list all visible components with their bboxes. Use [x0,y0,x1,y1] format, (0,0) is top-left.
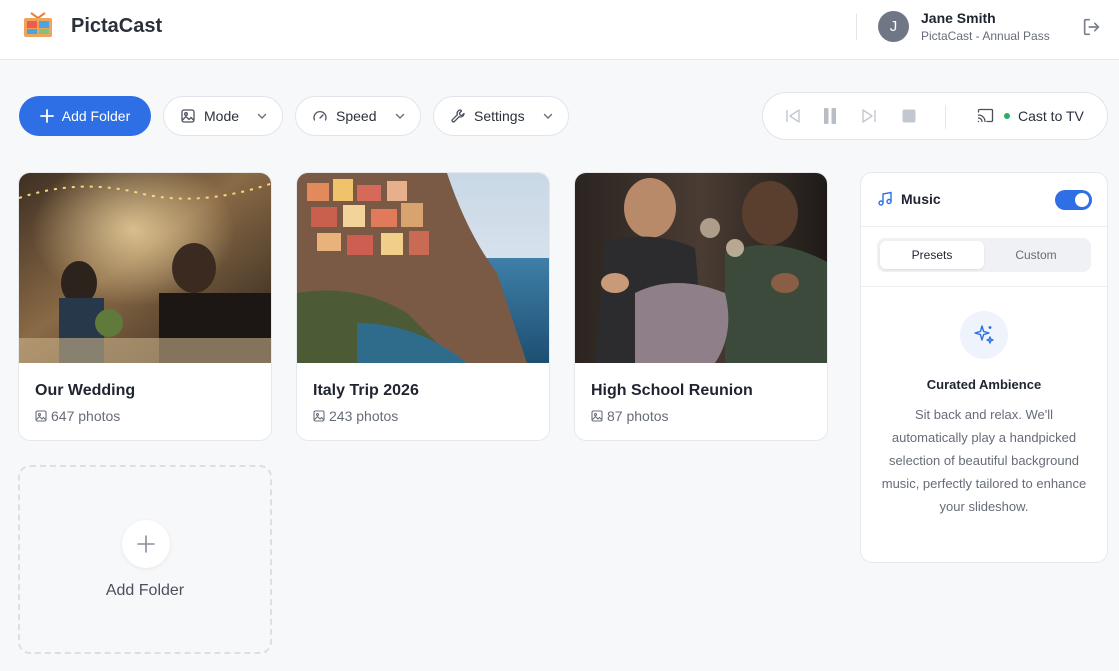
tab-presets[interactable]: Presets [880,241,984,269]
chevron-down-icon [543,113,553,119]
cast-to-tv-button[interactable]: Cast to TV [977,107,1084,124]
stop-icon[interactable] [900,107,918,125]
folder-photo-count: 243 photos [313,408,398,424]
chevron-down-icon [395,113,405,119]
settings-label: Settings [474,108,525,124]
add-folder-circle[interactable] [122,520,170,568]
folder-title: High School Reunion [591,382,753,399]
add-folder-tile[interactable]: Add Folder [18,465,272,654]
top-bar: PictaCast J Jane Smith PictaCast - Annua… [0,0,1119,60]
pause-icon[interactable] [821,107,839,125]
add-folder-button[interactable]: Add Folder [19,96,151,136]
music-divider [861,226,1107,227]
avatar[interactable]: J [878,11,909,42]
speed-label: Speed [336,108,377,124]
speed-dropdown[interactable]: Speed [295,96,421,136]
gauge-icon [313,110,327,121]
photo-count-text: 243 photos [329,408,399,424]
player-divider [945,105,946,129]
music-note-icon [878,191,892,206]
folder-card-italy-trip-2026[interactable]: Italy Trip 2026 243 photos [296,172,550,441]
folder-card-high-school-reunion[interactable]: High School Reunion 87 photos [574,172,828,441]
user-plan: PictaCast - Annual Pass [921,29,1050,43]
image-icon [35,410,47,422]
music-header: Music [877,191,941,207]
cast-label: Cast to TV [1018,107,1084,124]
mode-dropdown[interactable]: Mode [163,96,283,136]
cast-status-dot [1004,112,1010,119]
skip-forward-icon[interactable] [860,107,878,125]
folder-cover-photo [297,173,549,363]
preset-description: Sit back and relax. We'll automatically … [881,407,1087,514]
image-icon [313,410,325,422]
preset-title: Curated Ambience [926,377,1042,392]
logout-icon[interactable] [1081,16,1103,38]
settings-dropdown[interactable]: Settings [433,96,569,136]
folder-cover-photo [575,173,827,363]
folder-title: Italy Trip 2026 [313,382,419,399]
add-folder-label: Add Folder [61,108,131,124]
chevron-down-icon [257,113,267,119]
photo-count-text: 87 photos [607,408,669,424]
app-title: PictaCast [71,15,163,37]
image-icon [591,410,603,422]
tab-custom[interactable]: Custom [984,241,1088,269]
music-mode-tabs: Presets Custom [877,238,1091,272]
pictacast-logo-icon [24,12,52,37]
plus-icon [39,109,54,123]
folder-photo-count: 87 photos [591,408,669,424]
music-panel: Music Presets Custom Curated Ambience Si… [860,172,1108,563]
folder-card-our-wedding[interactable]: Our Wedding 647 photos [18,172,272,441]
mode-label: Mode [204,108,240,124]
plus-icon [137,535,155,553]
add-folder-tile-label: Add Folder [105,582,185,599]
cast-icon [977,108,994,123]
music-divider [861,286,1107,287]
folder-photo-count: 647 photos [35,408,120,424]
music-title: Music [901,191,941,207]
wrench-icon [451,109,465,123]
sparkle-badge [960,311,1008,359]
skip-back-icon[interactable] [784,107,802,125]
header-divider [856,14,857,40]
user-name: Jane Smith [921,10,996,26]
image-icon [181,109,195,123]
music-toggle[interactable] [1055,190,1092,210]
sparkle-icon [974,325,994,344]
playback-controls: Cast to TV [762,92,1108,140]
folder-title: Our Wedding [35,382,136,399]
folder-cover-photo [19,173,271,363]
music-toggle-knob [1075,193,1089,207]
photo-count-text: 647 photos [51,408,121,424]
